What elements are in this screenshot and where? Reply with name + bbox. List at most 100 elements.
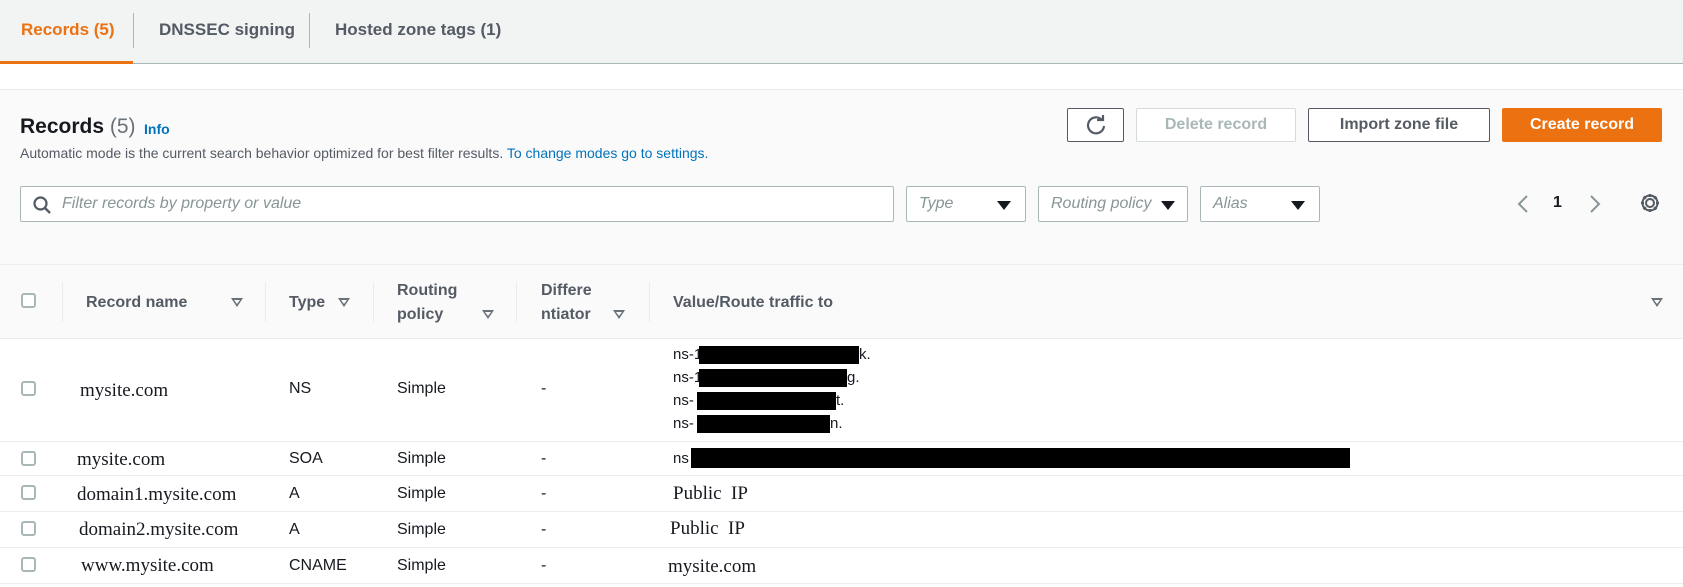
tab-records[interactable]: Records (5) xyxy=(0,0,133,64)
record-name-cell: mysite.com xyxy=(80,380,169,401)
table-row[interactable]: domain1.mysite.com A Simple - Public IP xyxy=(0,476,1683,512)
ns-value-line: g. xyxy=(847,369,860,386)
column-divider xyxy=(373,282,374,322)
routing-policy-cell: Simple xyxy=(397,450,446,467)
tab-divider xyxy=(309,13,310,48)
delete-record-button[interactable]: Delete record xyxy=(1136,108,1296,142)
redaction-block xyxy=(691,448,1350,468)
differentiator-header-line: Differe xyxy=(541,282,592,299)
sort-icon[interactable] xyxy=(482,310,494,319)
caret-down-icon xyxy=(1161,201,1175,210)
ns-value-line: t. xyxy=(836,392,845,409)
records-title-text: Records xyxy=(20,115,105,138)
differentiator-cell: - xyxy=(541,485,547,502)
previous-page-icon[interactable] xyxy=(1516,194,1530,214)
routing-policy-filter-label: Routing policy xyxy=(1051,195,1152,212)
record-name-cell: www.mysite.com xyxy=(81,555,214,576)
info-link[interactable]: Info xyxy=(144,121,170,137)
tab-bar: Records (5) DNSSEC signing Hosted zone t… xyxy=(0,0,1683,64)
column-header-record-name[interactable]: Record name xyxy=(86,291,187,315)
tab-divider xyxy=(133,13,134,48)
alias-filter-dropdown[interactable]: Alias xyxy=(1200,186,1320,222)
search-mode-description: Automatic mode is the current search beh… xyxy=(20,145,708,161)
differentiator-header-line: ntiator xyxy=(541,306,591,323)
column-divider xyxy=(265,282,266,322)
column-divider xyxy=(649,282,650,322)
next-page-icon[interactable] xyxy=(1588,194,1602,214)
record-type-cell: A xyxy=(289,485,300,502)
record-type-cell: SOA xyxy=(289,450,323,467)
value-cell: Public IP xyxy=(673,483,748,504)
routing-policy-filter-dropdown[interactable]: Routing policy xyxy=(1038,186,1188,222)
caret-down-icon xyxy=(1291,201,1305,210)
table-header: Record name Type Routing policy Differe … xyxy=(0,264,1683,339)
record-name-cell: mysite.com xyxy=(77,449,166,470)
records-title: Records (5) xyxy=(20,115,136,139)
differentiator-cell: - xyxy=(541,380,547,397)
row-checkbox[interactable] xyxy=(21,557,36,572)
records-panel: Records (5) Info Automatic mode is the c… xyxy=(0,89,1683,264)
ns-value-line: ns- xyxy=(673,415,694,432)
record-name-cell: domain1.mysite.com xyxy=(77,484,237,505)
table-row[interactable]: domain2.mysite.com A Simple - Public IP xyxy=(0,512,1683,548)
search-input[interactable]: Filter records by property or value xyxy=(20,186,894,222)
sort-icon[interactable] xyxy=(338,298,350,307)
row-checkbox[interactable] xyxy=(21,521,36,536)
settings-link[interactable]: To change modes go to settings. xyxy=(507,145,709,161)
routing-policy-cell: Simple xyxy=(397,557,446,574)
table-row[interactable]: mysite.com SOA Simple - ns xyxy=(0,442,1683,476)
create-record-button[interactable]: Create record xyxy=(1502,108,1662,142)
record-type-cell: A xyxy=(289,521,300,538)
table-row[interactable]: www.mysite.com CNAME Simple - mysite.com xyxy=(0,548,1683,584)
sort-icon[interactable] xyxy=(1651,298,1663,307)
redaction-block xyxy=(697,415,830,433)
redaction-block xyxy=(699,369,847,387)
record-type-cell: CNAME xyxy=(289,557,347,574)
routing-policy-cell: Simple xyxy=(397,380,446,397)
differentiator-cell: - xyxy=(541,450,547,467)
current-page-number[interactable]: 1 xyxy=(1553,194,1562,212)
record-type-cell: NS xyxy=(289,380,312,397)
description-text: Automatic mode is the current search beh… xyxy=(20,145,504,161)
differentiator-cell: - xyxy=(541,557,547,574)
value-cell: Public IP xyxy=(670,518,745,539)
column-header-differentiator[interactable]: Differe ntiator xyxy=(541,279,592,327)
soa-value-cell: ns xyxy=(673,450,689,467)
column-divider xyxy=(62,282,63,322)
record-name-cell: domain2.mysite.com xyxy=(79,519,239,540)
tab-hosted-zone-tags[interactable]: Hosted zone tags (1) xyxy=(335,0,501,64)
sort-icon[interactable] xyxy=(231,298,243,307)
gear-icon[interactable] xyxy=(1639,192,1661,214)
caret-down-icon xyxy=(997,201,1011,210)
records-count: (5) xyxy=(109,115,136,138)
search-placeholder: Filter records by property or value xyxy=(62,195,302,212)
routing-policy-cell: Simple xyxy=(397,521,446,538)
refresh-button[interactable] xyxy=(1067,108,1124,142)
row-checkbox[interactable] xyxy=(21,381,36,396)
search-icon xyxy=(33,196,51,214)
column-divider xyxy=(516,282,517,322)
alias-filter-label: Alias xyxy=(1213,195,1248,212)
ns-value-line: ns-1 xyxy=(673,346,703,363)
row-checkbox[interactable] xyxy=(21,451,36,466)
sort-icon[interactable] xyxy=(613,310,625,319)
import-zone-file-button[interactable]: Import zone file xyxy=(1308,108,1490,142)
ns-value-line: n. xyxy=(830,415,843,432)
routing-header-line: policy xyxy=(397,306,444,323)
tab-dnssec-signing[interactable]: DNSSEC signing xyxy=(159,0,295,64)
routing-header-line: Routing xyxy=(397,282,458,299)
value-cell: mysite.com xyxy=(668,556,757,577)
column-header-routing-policy[interactable]: Routing policy xyxy=(397,279,457,327)
type-filter-label: Type xyxy=(919,195,954,212)
ns-value-line: ns-1 xyxy=(673,369,703,386)
select-all-checkbox[interactable] xyxy=(21,293,36,308)
ns-value-line: k. xyxy=(859,346,871,363)
differentiator-cell: - xyxy=(541,521,547,538)
column-header-type[interactable]: Type xyxy=(289,291,325,315)
row-checkbox[interactable] xyxy=(21,485,36,500)
type-filter-dropdown[interactable]: Type xyxy=(906,186,1026,222)
table-row[interactable]: mysite.com NS Simple - ns-1 k. ns-1 g. n… xyxy=(0,339,1683,442)
refresh-icon xyxy=(1086,115,1105,135)
column-header-value[interactable]: Value/Route traffic to xyxy=(673,291,833,315)
redaction-block xyxy=(699,346,859,364)
